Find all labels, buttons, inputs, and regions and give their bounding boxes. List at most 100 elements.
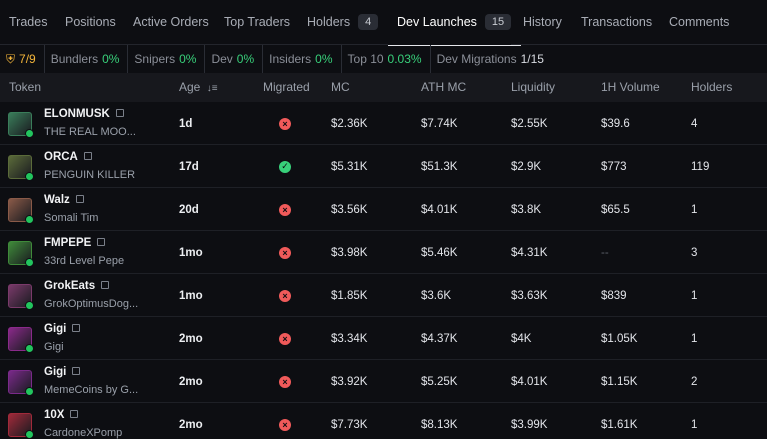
holders-cell: 3 — [691, 246, 698, 259]
col-token: Token — [9, 80, 42, 94]
copy-icon[interactable] — [72, 323, 81, 332]
age-cell: 1d — [179, 117, 193, 130]
tab-dev-launches[interactable]: Dev Launches 15 — [388, 0, 522, 46]
copy-icon[interactable] — [115, 108, 124, 117]
tab-transactions[interactable]: Transactions — [572, 0, 652, 45]
copy-icon[interactable] — [75, 194, 84, 203]
audit-score[interactable]: ⛨ 7/9 — [0, 45, 45, 73]
tab-holders[interactable]: Holders 4 — [298, 0, 379, 45]
token-symbol: FMPEPE — [44, 237, 92, 249]
age-cell: 20d — [179, 203, 199, 216]
mc-cell: $3.56K — [331, 203, 368, 216]
tab-label: Holders — [307, 15, 351, 29]
copy-icon[interactable] — [72, 366, 81, 375]
tab-active-orders[interactable]: Active Orders — [124, 0, 209, 45]
age-cell: 2mo — [179, 418, 203, 431]
migrated-cell: × — [279, 403, 291, 439]
tab-trades[interactable]: Trades — [0, 0, 47, 45]
copy-icon[interactable] — [70, 409, 79, 418]
volume-cell: $1.61K — [601, 418, 638, 431]
ath-mc-cell: $8.13K — [421, 418, 458, 431]
platform-badge-icon — [25, 215, 34, 224]
x-icon: × — [279, 246, 291, 259]
table-row[interactable]: GrokEats GrokOptimusDog... × 1mo $1.85K $3.6K… — [0, 274, 767, 317]
snipers-value: 0% — [179, 52, 197, 66]
tab-label: Positions — [65, 15, 116, 29]
tab-label: Active Orders — [133, 15, 209, 29]
insiders-value: 0% — [315, 52, 333, 66]
token-name[interactable]: ORCA — [44, 151, 92, 163]
dev-migrations-value: 1/15 — [520, 52, 544, 66]
platform-badge-icon — [25, 387, 34, 396]
col-liquidity: Liquidity — [511, 80, 556, 94]
token-full-name: PENGUIN KILLER — [44, 169, 136, 181]
volume-cell: -- — [601, 246, 609, 259]
holders-cell: 1 — [691, 289, 698, 302]
table-row[interactable]: ELONMUSK THE REAL MOO... × 1d $2.36K $7.74K $2… — [0, 102, 767, 145]
col-age[interactable]: Age ↓≡ — [179, 73, 218, 102]
table-row[interactable]: Walz Somali Tim × 20d $3.56K $4.01K $3.8K $65.5… — [0, 188, 767, 231]
migrated-cell: × — [279, 274, 291, 317]
token-full-name: Somali Tim — [44, 212, 99, 224]
tab-history[interactable]: History — [514, 0, 562, 45]
sort-icon[interactable]: ↓≡ — [207, 83, 218, 94]
tab-label: Comments — [669, 15, 730, 29]
liquidity-cell: $4K — [511, 332, 532, 345]
mc-cell: $1.85K — [331, 289, 368, 302]
age-cell: 17d — [179, 160, 199, 173]
table-row[interactable]: FMPEPE 33rd Level Pepe × 1mo $3.98K $5.46K $4.… — [0, 231, 767, 274]
holders-cell: 119 — [691, 160, 710, 173]
x-icon: × — [279, 418, 291, 431]
token-name[interactable]: FMPEPE — [44, 237, 106, 249]
table-row[interactable]: Gigi Gigi × 2mo $3.34K $4.37K $4K $1.05K 1 — [0, 317, 767, 360]
migrated-cell: × — [279, 188, 291, 231]
tab-label: Dev Launches — [397, 15, 477, 29]
token-name[interactable]: Walz — [44, 194, 84, 206]
ath-mc-cell: $7.74K — [421, 117, 458, 130]
token-symbol: 10X — [44, 409, 65, 421]
snipers-stat: Snipers 0% — [128, 45, 206, 73]
age-cell: 1mo — [179, 246, 203, 259]
holders-cell: 1 — [691, 418, 698, 431]
tab-top-traders[interactable]: Top Traders — [215, 0, 290, 45]
token-full-name: THE REAL MOO... — [44, 126, 136, 138]
table-row[interactable]: 10X CardoneXPomp × 2mo $7.73K $8.13K $3.99K $1.… — [0, 403, 767, 439]
mc-cell: $3.34K — [331, 332, 368, 345]
token-symbol: Gigi — [44, 366, 67, 378]
age-cell: 2mo — [179, 375, 203, 388]
shield-icon: ⛨ — [6, 51, 16, 66]
platform-badge-icon — [25, 301, 34, 310]
stats-bar: ⛨ 7/9 Bundlers 0% Snipers 0% Dev 0% Insi… — [0, 45, 767, 73]
tab-label: Top Traders — [224, 15, 291, 29]
top10-label: Top 10 — [347, 52, 384, 66]
tab-count-badge: 4 — [358, 14, 379, 30]
tab-label: History — [523, 15, 562, 29]
tab-positions[interactable]: Positions — [56, 0, 116, 45]
dev-stat: Dev 0% — [205, 45, 264, 73]
token-name[interactable]: GrokEats — [44, 280, 110, 292]
bundlers-stat: Bundlers 0% — [45, 45, 129, 73]
ath-mc-cell: $5.46K — [421, 246, 458, 259]
col-holders: Holders — [691, 80, 733, 94]
x-icon: × — [279, 375, 291, 388]
x-icon: × — [279, 117, 291, 130]
table-row[interactable]: Gigi MemeCoins by G... × 2mo $3.92K $5.25K $4.… — [0, 360, 767, 403]
token-full-name: 33rd Level Pepe — [44, 255, 125, 267]
tab-comments[interactable]: Comments — [660, 0, 729, 45]
token-name[interactable]: Gigi — [44, 323, 81, 335]
token-name[interactable]: 10X — [44, 409, 79, 421]
token-full-name: Gigi — [44, 341, 64, 353]
liquidity-cell: $4.01K — [511, 375, 548, 388]
token-full-name: CardoneXPomp — [44, 427, 123, 439]
holders-cell: 1 — [691, 203, 698, 216]
table-row[interactable]: ORCA PENGUIN KILLER ✓ 17d $5.31K $51.3K $2.9K $… — [0, 145, 767, 188]
token-name[interactable]: ELONMUSK — [44, 108, 124, 120]
copy-icon[interactable] — [97, 237, 106, 246]
copy-icon[interactable] — [83, 151, 92, 160]
holders-cell: 4 — [691, 117, 698, 130]
col-mc: MC — [331, 80, 350, 94]
token-name[interactable]: Gigi — [44, 366, 81, 378]
copy-icon[interactable] — [101, 280, 110, 289]
tab-label: Transactions — [581, 15, 653, 29]
volume-cell: $65.5 — [601, 203, 630, 216]
